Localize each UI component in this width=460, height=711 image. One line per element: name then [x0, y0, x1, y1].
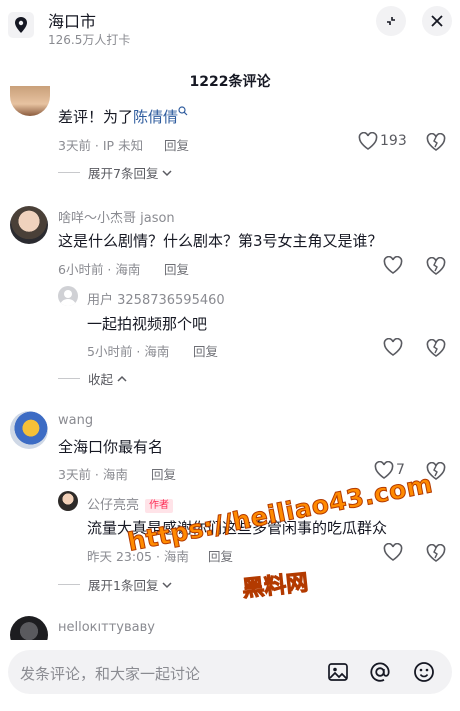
commenter-name[interactable]: wang: [58, 413, 93, 428]
avatar[interactable]: [58, 491, 78, 511]
commenter-name[interactable]: нellокıттyвaвy: [58, 620, 155, 635]
author-badge: 作者: [145, 499, 174, 513]
reply-button[interactable]: 回复: [193, 341, 218, 360]
comment-text: 一起拍视频那个吧: [87, 315, 208, 333]
watermark-text: 黑料网: [241, 570, 310, 603]
broken-heart-icon[interactable]: [426, 543, 446, 566]
header: 海口市 126.5万人打卡: [0, 0, 460, 56]
expand-replies-button[interactable]: 展开7条回复: [58, 163, 173, 182]
location-checkin-count: 126.5万人打卡: [48, 33, 131, 47]
broken-heart-icon[interactable]: [426, 256, 446, 279]
heart-icon: [358, 132, 378, 150]
heart-icon: [383, 256, 403, 274]
commenter-name[interactable]: 用户 3258736595460: [87, 289, 225, 308]
divider: [58, 378, 80, 379]
close-icon[interactable]: [422, 6, 452, 36]
reply-button[interactable]: 回复: [164, 259, 189, 278]
divider: [58, 172, 80, 173]
chevron-down-icon: [162, 169, 172, 176]
comment-text: 全海口你最有名: [58, 438, 164, 456]
emoji-icon[interactable]: [412, 660, 436, 684]
comment-meta: 5小时前 · 海南: [87, 344, 170, 359]
heart-icon: [383, 543, 403, 561]
like-count: 193: [380, 133, 407, 149]
user-icon: [60, 290, 76, 306]
chevron-up-icon: [117, 375, 127, 382]
like-button[interactable]: 193: [358, 132, 407, 150]
reply-button[interactable]: 回复: [208, 546, 233, 565]
image-icon[interactable]: [326, 660, 350, 684]
comment-meta: 3天前 · IP 未知: [58, 138, 144, 153]
broken-heart-icon[interactable]: [426, 338, 446, 361]
search-icon[interactable]: [178, 106, 188, 116]
chevron-down-icon: [162, 581, 172, 588]
like-button[interactable]: [383, 256, 403, 274]
location-pin-icon: [8, 12, 34, 38]
mention-link[interactable]: 陈倩倩: [133, 108, 178, 126]
reply-button[interactable]: 回复: [151, 464, 176, 483]
comment-input[interactable]: 发条评论，和大家一起讨论: [8, 650, 452, 694]
avatar[interactable]: [58, 286, 78, 306]
location-title[interactable]: 海口市: [48, 8, 96, 32]
avatar[interactable]: [10, 206, 48, 244]
commenter-name[interactable]: 公仔亮亮 作者: [87, 494, 174, 513]
comment-text: 这是什么剧情？什么剧本？第3号女主角又是谁？: [58, 232, 383, 250]
avatar[interactable]: [10, 411, 48, 449]
broken-heart-icon[interactable]: [426, 132, 446, 155]
commenter-name[interactable]: 啥咩～小杰哥 jason: [58, 207, 175, 226]
comment-meta: 6小时前 · 海南: [58, 262, 141, 277]
like-button[interactable]: [383, 338, 403, 356]
comment-input-bar: 发条评论，和大家一起讨论: [0, 640, 460, 711]
shrink-icon[interactable]: [376, 6, 406, 36]
comment-text: 差评！为了陈倩倩: [58, 106, 188, 127]
reply-button[interactable]: 回复: [164, 135, 189, 154]
comment-count: 1222条评论: [189, 74, 271, 90]
comment-input-placeholder: 发条评论，和大家一起讨论: [20, 665, 201, 683]
divider: [58, 584, 80, 585]
comment-meta: 3天前 · 海南: [58, 467, 128, 482]
avatar[interactable]: [10, 86, 50, 116]
like-button[interactable]: [383, 543, 403, 561]
expand-replies-button[interactable]: 展开1条回复: [58, 575, 173, 594]
collapse-replies-button[interactable]: 收起: [58, 369, 128, 388]
at-icon[interactable]: [368, 660, 392, 684]
heart-icon: [383, 338, 403, 356]
